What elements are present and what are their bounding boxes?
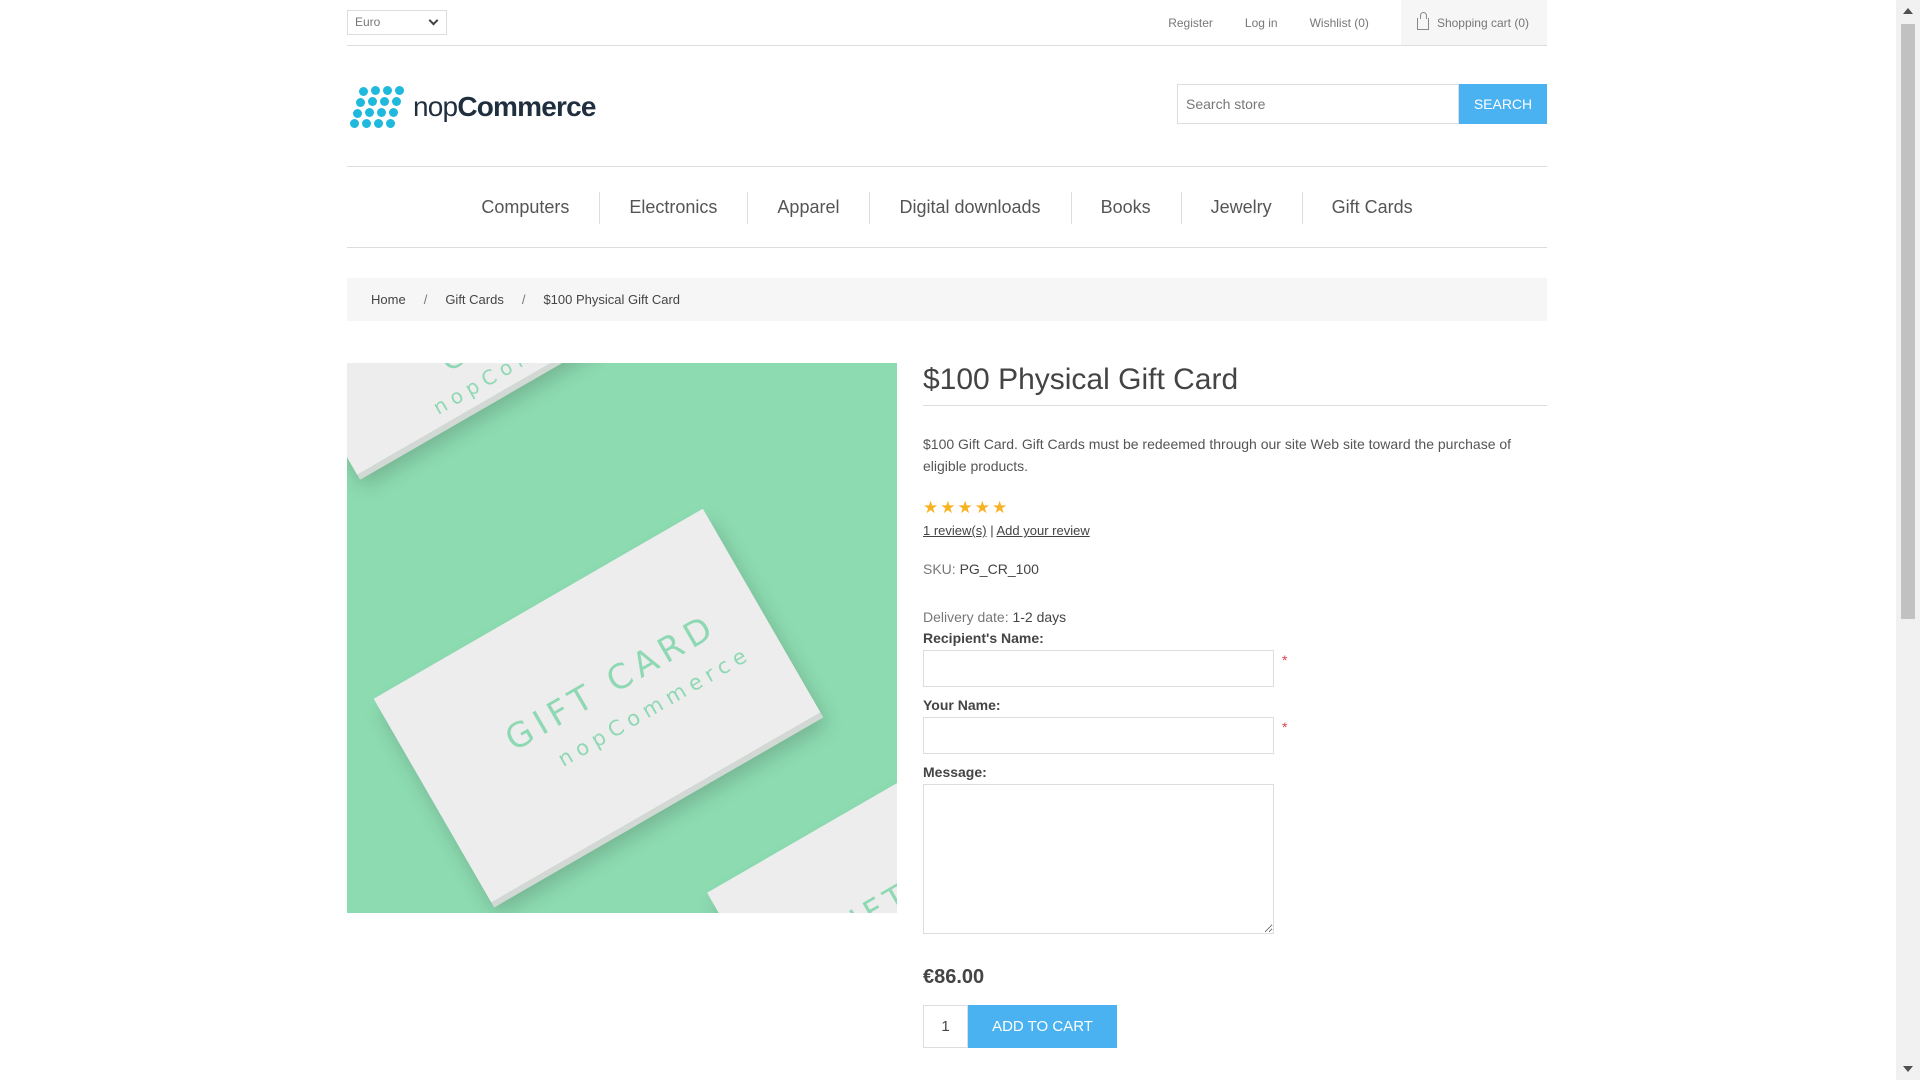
product-title: $100 Physical Gift Card <box>923 363 1547 406</box>
delivery-label: Delivery date: <box>923 609 1009 625</box>
recipient-name-field[interactable] <box>923 650 1274 687</box>
login-link[interactable]: Log in <box>1245 16 1278 30</box>
shopping-cart-label: Shopping cart (0) <box>1436 15 1529 30</box>
logo-text: nopCommerce <box>413 91 596 123</box>
sku: SKU: PG_CR_100 <box>923 561 1547 577</box>
breadcrumb-separator: / <box>521 292 526 307</box>
quantity-input[interactable] <box>923 1005 968 1048</box>
header-links: Register Log in Wishlist (0) Shopping ca… <box>1168 0 1547 45</box>
breadcrumb-home[interactable]: Home <box>371 292 406 307</box>
search-button[interactable]: SEARCH <box>1459 84 1547 124</box>
star-icon: ★ <box>974 498 990 517</box>
breadcrumb-separator: / <box>423 292 428 307</box>
shopping-cart-link[interactable]: Shopping cart (0) <box>1400 0 1547 45</box>
star-icon: ★ <box>992 498 1008 517</box>
star-icon: ★ <box>923 498 939 517</box>
wishlist-link[interactable]: Wishlist (0) <box>1310 16 1369 30</box>
message-field[interactable] <box>923 784 1274 934</box>
top-menu: Computers Electronics Apparel Digital do… <box>347 166 1547 248</box>
scroll-up-button[interactable] <box>1896 0 1920 22</box>
message-label: Message: <box>923 764 987 780</box>
gift-card-image-card: GIFT CARD nopCommerce <box>707 742 897 913</box>
logo-text-nop: nop <box>413 91 458 122</box>
arrow-up-icon <box>1903 8 1913 14</box>
your-name-field[interactable] <box>923 717 1274 754</box>
reviews-link[interactable]: 1 review(s) <box>923 523 987 538</box>
page-master: Euro Register Log in Wishlist (0) Shoppi… <box>347 0 1547 1080</box>
required-marker: * <box>1282 719 1288 735</box>
product-overview: $100 Physical Gift Card $100 Gift Card. … <box>923 363 1547 1048</box>
star-icon: ★ <box>957 498 973 517</box>
gift-card-image-card: GIFT CARD nopCommerce <box>373 508 821 903</box>
product-picture[interactable]: GIFT CARD nopCommerce GIFT CARD nopComme… <box>347 363 897 913</box>
breadcrumb-current: $100 Physical Gift Card <box>543 292 681 307</box>
scroll-down-button[interactable] <box>1896 1058 1920 1080</box>
delivery-date: Delivery date: 1-2 days <box>923 609 1547 625</box>
header-lower: nopCommerce SEARCH <box>347 46 1547 166</box>
store-logo[interactable]: nopCommerce <box>349 86 596 128</box>
logo-dots-icon <box>349 86 407 128</box>
currency-value: Euro <box>355 15 381 29</box>
short-description: $100 Gift Card. Gift Cards must be redee… <box>923 436 1512 474</box>
register-link[interactable]: Register <box>1168 16 1213 30</box>
your-name-label: Your Name: <box>923 697 1001 713</box>
add-review-link[interactable]: Add your review <box>997 523 1090 538</box>
menu-item-books[interactable]: Books <box>1070 191 1181 224</box>
your-name-row: * <box>923 717 1547 754</box>
scrollbar-thumb[interactable] <box>1901 24 1915 619</box>
shopping-bag-icon <box>1416 12 1429 30</box>
gift-card-image-card: GIFT CARD nopCommerce <box>347 363 639 475</box>
add-to-cart-button[interactable]: ADD TO CART <box>968 1005 1117 1048</box>
menu-item-electronics[interactable]: Electronics <box>599 191 747 224</box>
breadcrumb: Home / Gift Cards / $100 Physical Gift C… <box>347 278 1547 321</box>
arrow-down-icon <box>1903 1066 1913 1072</box>
chevron-down-icon <box>428 15 439 26</box>
add-to-cart-panel: ADD TO CART <box>923 1005 1547 1048</box>
vertical-scrollbar[interactable] <box>1896 0 1920 1080</box>
currency-selector[interactable]: Euro <box>347 10 447 35</box>
breadcrumb-gift-cards[interactable]: Gift Cards <box>445 292 504 307</box>
sku-value: PG_CR_100 <box>959 561 1039 577</box>
delivery-value: 1-2 days <box>1012 609 1067 625</box>
logo-text-commerce: Commerce <box>457 91 596 122</box>
menu-item-digital-downloads[interactable]: Digital downloads <box>869 191 1070 224</box>
review-links: 1 review(s) | Add your review <box>923 523 1547 538</box>
product-rating: ★ ★ ★ ★ ★ <box>923 499 1547 516</box>
menu-item-apparel[interactable]: Apparel <box>747 191 869 224</box>
search-input[interactable] <box>1177 84 1459 124</box>
menu-item-computers[interactable]: Computers <box>451 197 599 218</box>
sku-label: SKU: <box>923 561 956 577</box>
product-details: GIFT CARD nopCommerce GIFT CARD nopComme… <box>347 363 1547 1080</box>
gift-card-image-headline: GIFT CARD <box>816 809 897 913</box>
header-upper: Euro Register Log in Wishlist (0) Shoppi… <box>347 0 1547 46</box>
menu-item-jewelry[interactable]: Jewelry <box>1180 191 1302 224</box>
menu-item-gift-cards[interactable]: Gift Cards <box>1301 191 1443 224</box>
recipient-name-label: Recipient's Name: <box>923 630 1044 646</box>
star-icon: ★ <box>940 498 956 517</box>
recipient-name-row: * <box>923 650 1547 687</box>
required-marker: * <box>1282 652 1288 668</box>
product-price: €86.00 <box>923 966 985 988</box>
search-box: SEARCH <box>1177 84 1547 124</box>
review-links-separator: | <box>990 523 994 538</box>
